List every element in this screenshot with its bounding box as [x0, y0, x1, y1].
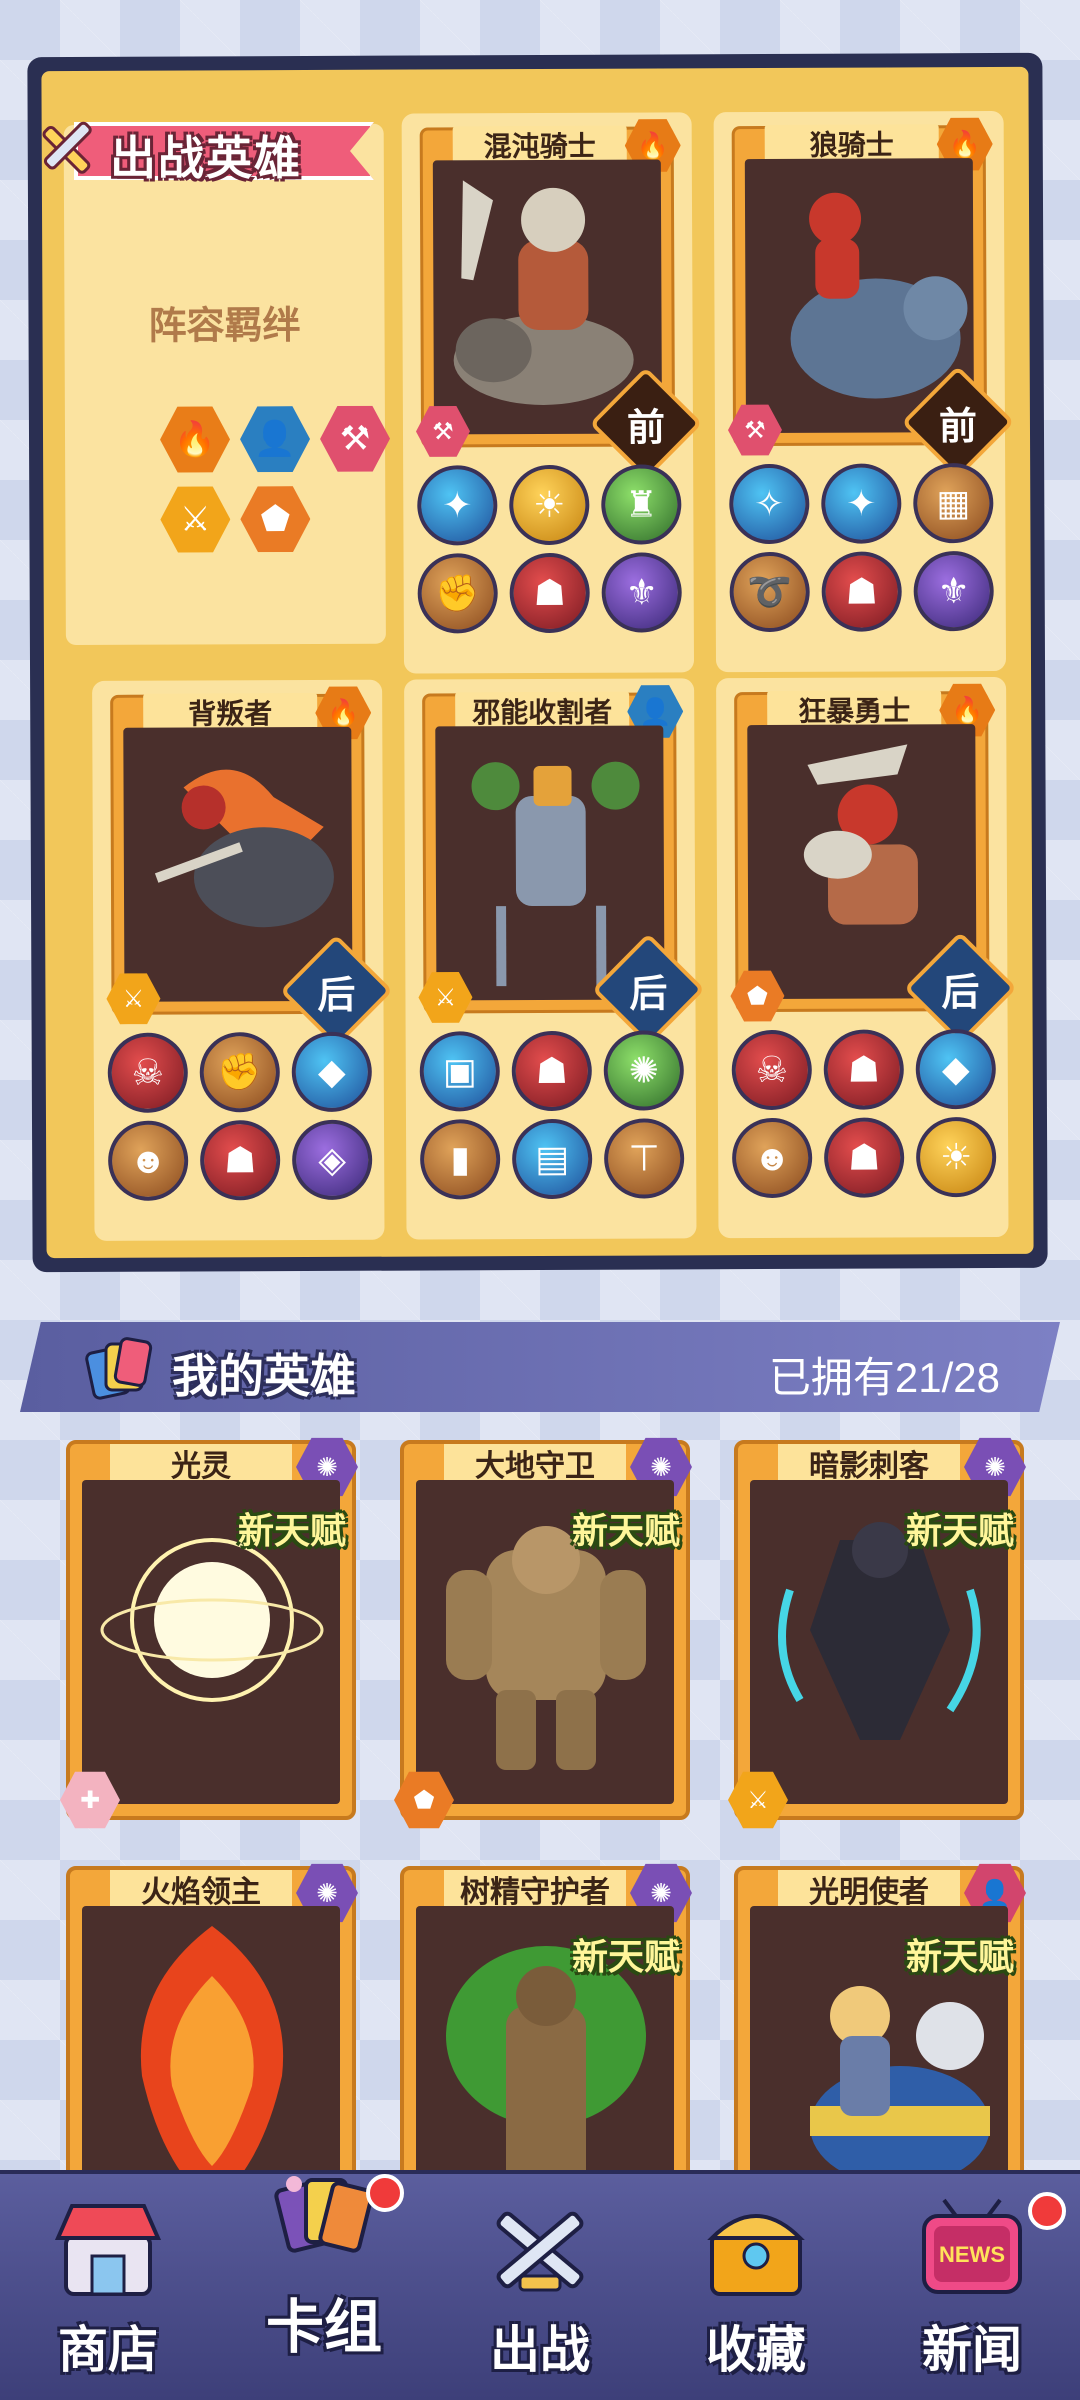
crossed-swords-icon — [42, 121, 92, 174]
skill-icon[interactable]: ▣ — [419, 1031, 500, 1112]
position-label: 前 — [938, 405, 978, 448]
team-hero-card[interactable]: 狼骑士 🔥 ⚒ 前 ✧ ✦ ▦ ➰ ☗ ⚜ — [713, 110, 1015, 673]
skill-icon[interactable]: ☗ — [823, 1117, 905, 1198]
battle-heroes-title: 出战英雄 — [110, 132, 302, 184]
bond-icon-list: 🔥 👤 ⚒ ⚔ ⬟ — [160, 404, 421, 555]
skill-icon[interactable]: ☀ — [915, 1117, 997, 1198]
position-label: 前 — [626, 406, 666, 450]
hammer-icon[interactable]: ⚒ — [320, 404, 390, 474]
skill-icon[interactable]: ✺ — [603, 1030, 684, 1111]
skill-icon[interactable]: ◈ — [291, 1119, 373, 1201]
battle-heroes-banner: 出战英雄 — [14, 108, 374, 184]
hero-card-frame: 暗影刺客 ✺ — [734, 1437, 1026, 1820]
treasure-chest-icon — [707, 2214, 805, 2296]
battle-team-panel: 阵容羁绊 🔥 👤 ⚒ ⚔ ⬟ 混沌骑士 🔥 ⚒ 前 ✦ ☀ ♜ ✊ ☗ ⚜ 狼骑… — [27, 52, 1048, 1273]
nav-shop[interactable]: 商店 — [0, 2194, 216, 2394]
hero-card[interactable]: 光灵 ✺ 新天赋 ✚ — [60, 1437, 358, 1830]
bottom-nav: 商店 卡组 出战 收藏 NEWS 新闻 — [0, 2170, 1080, 2400]
skill-icon[interactable]: ⊤ — [603, 1118, 685, 1199]
hero-frame: 狂暴勇士 🔥 ⬟ 后 — [734, 691, 1017, 1045]
hero-skill-list: ☠ ☗ ◆ ☻ ☗ ☀ — [731, 1029, 999, 1199]
notification-dot — [1028, 2192, 1066, 2230]
skill-icon[interactable]: ⚜ — [913, 551, 994, 632]
hero-skill-list: ☠ ✊ ◆ ☻ ☗ ◈ — [107, 1031, 375, 1201]
skill-icon[interactable]: ♜ — [601, 464, 682, 545]
shield-icon[interactable]: ⬟ — [240, 484, 310, 554]
news-badge-text: NEWS — [939, 2242, 1005, 2267]
skill-icon[interactable]: ▤ — [511, 1118, 593, 1200]
hero-frame: 混沌骑士 🔥 ⚒ 前 — [420, 126, 703, 481]
hero-card-frame: 大地守卫 ✺ — [400, 1437, 692, 1820]
skill-icon[interactable]: ✦ — [417, 465, 498, 546]
hero-skill-list: ✧ ✦ ▦ ➰ ☗ ⚜ — [729, 463, 996, 633]
nav-news-label: 新闻 — [922, 2322, 1022, 2378]
team-hero-card[interactable]: 狂暴勇士 🔥 ⬟ 后 ☠ ☗ ◆ ☻ ☗ ☀ — [716, 676, 1017, 1239]
new-talent-label: 新天赋 — [905, 1936, 1014, 1977]
shop-icon — [54, 2204, 162, 2296]
new-talent-label: 新天赋 — [571, 1936, 680, 1977]
team-bond-box: 阵容羁绊 🔥 👤 ⚒ ⚔ ⬟ — [63, 123, 386, 646]
cards-icon — [85, 1337, 153, 1400]
blades-icon[interactable]: ⚔ — [160, 484, 230, 554]
hero-frame: 狼骑士 🔥 ⚒ 前 — [732, 125, 1015, 479]
team-hero-card[interactable]: 混沌骑士 🔥 ⚒ 前 ✦ ☀ ♜ ✊ ☗ ⚜ — [401, 112, 703, 674]
nav-collection[interactable]: 收藏 — [648, 2194, 864, 2394]
nav-battle-label: 出战 — [490, 2322, 590, 2378]
hero-skill-list: ▣ ☗ ✺ ▮ ▤ ⊤ — [419, 1030, 687, 1200]
team-hero-card[interactable]: 背叛者 🔥 ⚔ 后 ☠ ✊ ◆ ☻ ☗ ◈ — [92, 679, 393, 1241]
skill-icon[interactable]: ⚜ — [601, 552, 682, 633]
nav-battle[interactable]: 出战 — [432, 2194, 648, 2394]
skill-icon[interactable]: ☗ — [509, 552, 590, 634]
hero-card[interactable]: 大地守卫 ✺ 新天赋 ⬟ — [394, 1437, 692, 1830]
new-talent-label: 新天赋 — [571, 1510, 680, 1551]
position-label: 后 — [941, 971, 980, 1014]
nav-deck[interactable]: 卡组 — [216, 2164, 432, 2364]
my-heroes-title: 我的英雄 — [172, 1350, 356, 1402]
hero-skill-list: ✦ ☀ ♜ ✊ ☗ ⚜ — [417, 464, 684, 634]
bond-title: 阵容羁绊 — [148, 305, 301, 348]
tv-news-icon: NEWS — [922, 2198, 1022, 2294]
new-talent-label: 新天赋 — [905, 1510, 1014, 1551]
position-label: 后 — [629, 972, 668, 1016]
skill-icon[interactable]: ☗ — [821, 551, 902, 632]
skill-icon[interactable]: ☗ — [199, 1120, 281, 1201]
hero-card-frame: 光灵 ✺ — [66, 1437, 358, 1820]
nav-news[interactable]: NEWS 新闻 — [864, 2192, 1080, 2394]
skill-icon[interactable]: ☠ — [107, 1032, 188, 1113]
nav-collection-label: 收藏 — [706, 2322, 806, 2378]
skill-icon[interactable]: ✧ — [729, 463, 810, 545]
skill-icon[interactable]: ☻ — [731, 1117, 813, 1199]
notification-dot — [366, 2174, 404, 2212]
battle-team-inner: 阵容羁绊 🔥 👤 ⚒ ⚔ ⬟ 混沌骑士 🔥 ⚒ 前 ✦ ☀ ♜ ✊ ☗ ⚜ 狼骑… — [41, 66, 1034, 1259]
nav-deck-label: 卡组 — [265, 2295, 382, 2360]
nav-shop-label: 商店 — [58, 2322, 158, 2378]
my-heroes-header: 我的英雄 已拥有21/28 — [20, 1322, 1060, 1412]
hero-frame: 背叛者 🔥 ⚔ 后 — [110, 694, 393, 1048]
skill-icon[interactable]: ☗ — [823, 1029, 904, 1110]
skill-icon[interactable]: ☠ — [731, 1029, 812, 1111]
owned-count: 已拥有21/28 — [768, 1354, 1000, 1401]
skill-icon[interactable]: ✊ — [417, 553, 498, 634]
hero-frame: 邪能收割者 👤 ⚔ 后 — [422, 692, 705, 1047]
hero-card[interactable]: 暗影刺客 ✺ 新天赋 ⚔ — [728, 1437, 1026, 1830]
flame-icon[interactable]: 🔥 — [160, 404, 230, 474]
skill-icon[interactable]: ▦ — [913, 463, 994, 544]
skill-icon[interactable]: ◆ — [915, 1029, 996, 1110]
skill-icon[interactable]: ☀ — [509, 464, 590, 546]
position-label: 后 — [317, 974, 356, 1017]
skill-icon[interactable]: ☻ — [107, 1120, 189, 1201]
skill-icon[interactable]: ◆ — [291, 1031, 372, 1113]
crossed-swords-icon — [496, 2211, 584, 2292]
skill-icon[interactable]: ▮ — [419, 1119, 501, 1200]
new-talent-label: 新天赋 — [237, 1510, 346, 1551]
skill-icon[interactable]: ✦ — [821, 463, 902, 544]
assassin-icon[interactable]: 👤 — [240, 404, 310, 474]
skill-icon[interactable]: ✊ — [199, 1032, 280, 1113]
skill-icon[interactable]: ☗ — [511, 1030, 592, 1112]
team-hero-card[interactable]: 邪能收割者 👤 ⚔ 后 ▣ ☗ ✺ ▮ ▤ ⊤ — [404, 678, 705, 1240]
cards-icon — [274, 2176, 374, 2253]
skill-icon[interactable]: ➰ — [729, 551, 810, 633]
